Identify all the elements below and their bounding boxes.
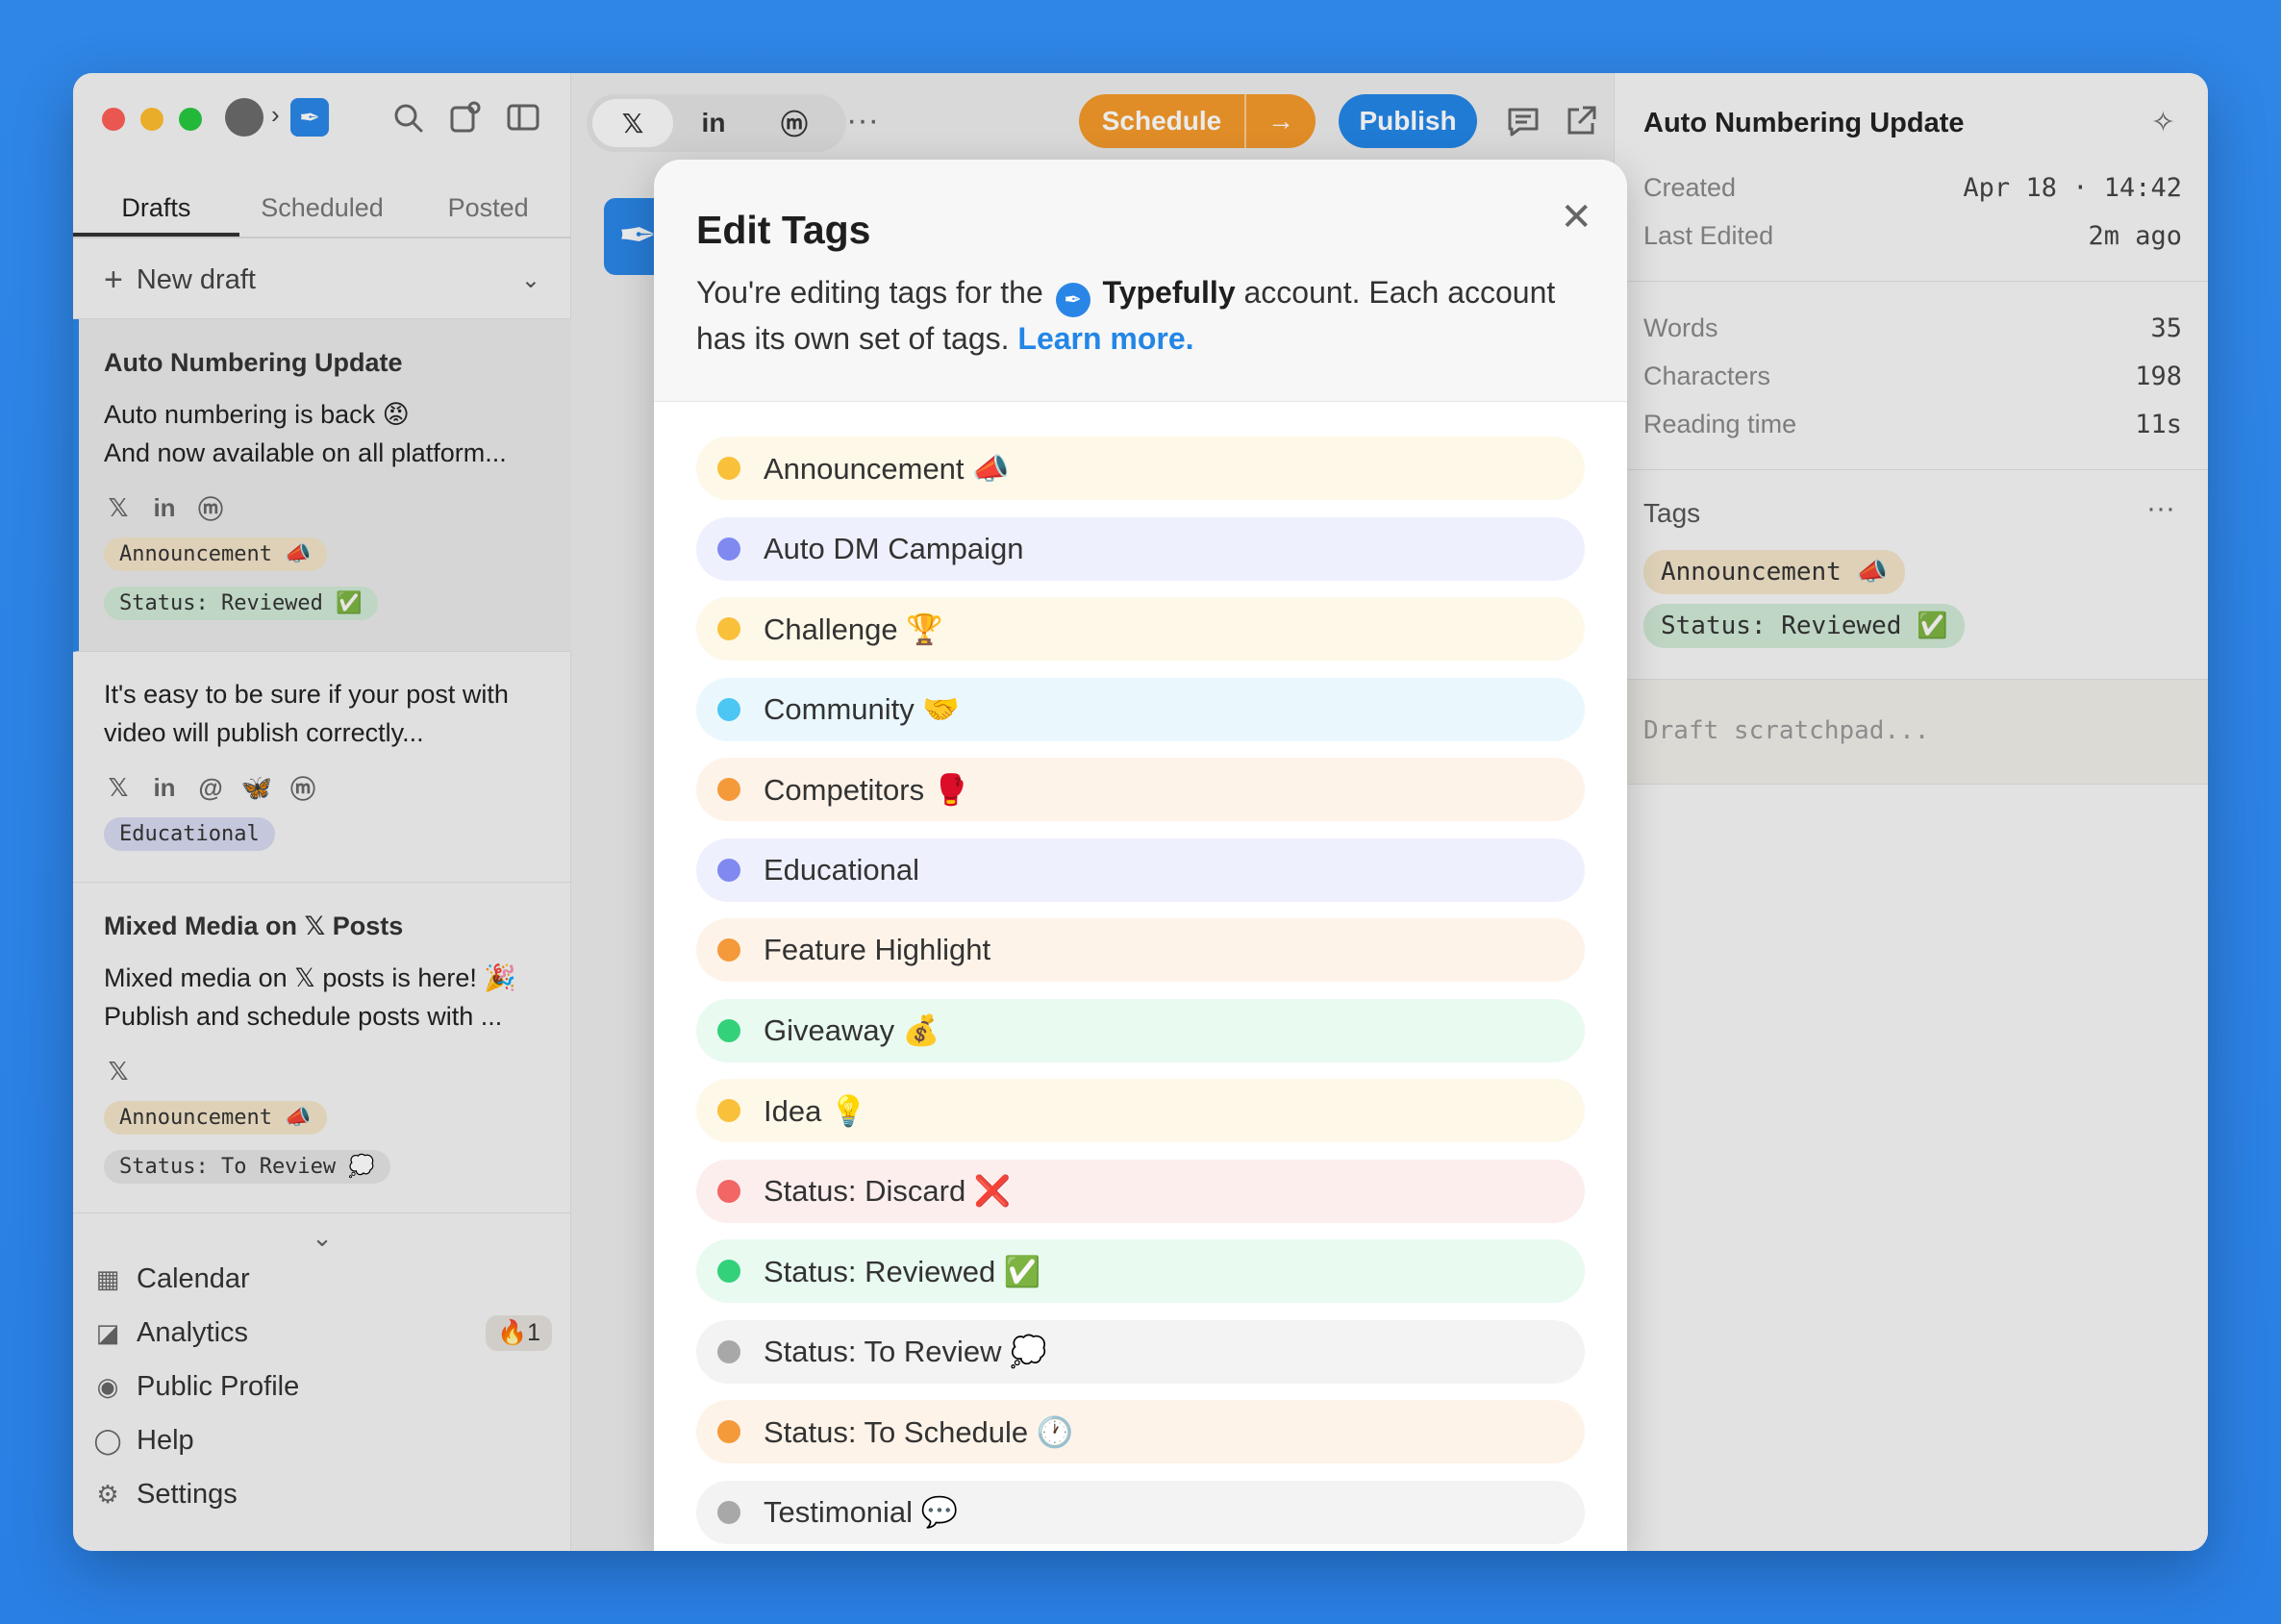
tag-row[interactable]: Competitors 🥊 [696, 758, 1585, 821]
tag-row[interactable]: Status: To Schedule 🕐 [696, 1400, 1585, 1463]
tag-label: Auto DM Campaign [764, 531, 1024, 565]
tag-row[interactable]: Educational [696, 837, 1585, 902]
tag-row[interactable]: Challenge 🏆 [696, 597, 1585, 661]
tag-color-dot[interactable] [717, 1339, 740, 1363]
app-window: › ✒ Drafts Scheduled Posted + New draft … [73, 73, 2208, 1551]
tag-color-dot[interactable] [717, 697, 740, 721]
tag-label: Educational [764, 852, 920, 887]
tag-label: Status: Discard ❌ [764, 1174, 1012, 1208]
modal-header: Edit Tags ✕ You're editing tags for the … [654, 160, 1627, 402]
tag-label: Status: To Review 💭 [764, 1335, 1047, 1368]
tag-color-dot[interactable] [717, 858, 740, 882]
modal-title: Edit Tags [696, 208, 871, 252]
tag-color-dot[interactable] [717, 617, 740, 640]
tag-color-dot[interactable] [717, 457, 740, 480]
tag-color-dot[interactable] [717, 1500, 740, 1524]
tag-row[interactable]: Status: Reviewed ✅ [696, 1239, 1585, 1303]
tag-color-dot[interactable] [717, 1099, 740, 1122]
tag-color-dot[interactable] [717, 938, 740, 962]
tag-label: Announcement 📣 [764, 451, 1010, 486]
tag-list: Announcement 📣 Auto DM Campaign Challenge … [696, 437, 1585, 1551]
tag-color-dot[interactable] [717, 1260, 740, 1283]
tag-row[interactable]: Announcement 📣 [696, 437, 1585, 500]
tag-row[interactable]: Status: To Review 💭 [696, 1319, 1585, 1384]
tag-row[interactable]: Status: Discard ❌ [696, 1159, 1585, 1223]
typefully-logo: ✒ [1055, 283, 1090, 317]
tag-label: Giveaway 💰 [764, 1013, 940, 1047]
tag-row[interactable]: Feature Highlight [696, 918, 1585, 982]
edit-tags-modal: Edit Tags ✕ You're editing tags for the … [654, 160, 1627, 1551]
tag-row[interactable]: Community 🤝 [696, 677, 1585, 741]
tag-label: Community 🤝 [764, 692, 960, 726]
learn-more-link[interactable]: Learn more. [1017, 321, 1193, 356]
tag-row[interactable]: Testimonial 💬 [696, 1480, 1585, 1544]
tag-row[interactable]: Idea 💡 [696, 1079, 1585, 1142]
tag-row[interactable]: Giveaway 💰 [696, 998, 1585, 1062]
tag-color-dot[interactable] [717, 537, 740, 561]
tag-label: Competitors 🥊 [764, 772, 970, 807]
tag-color-dot[interactable] [717, 1018, 740, 1042]
account-name: Typefully [1102, 275, 1236, 310]
tag-color-dot[interactable] [717, 1420, 740, 1443]
close-icon[interactable]: ✕ [1560, 198, 1592, 237]
tag-label: Status: To Schedule 🕐 [764, 1414, 1074, 1449]
modal-description: You're editing tags for the ✒ Typefully … [696, 271, 1591, 361]
tag-label: Testimonial 💬 [764, 1495, 959, 1529]
desc-before: You're editing tags for the [696, 275, 1043, 310]
tag-label: Challenge 🏆 [764, 612, 943, 646]
tag-label: Idea 💡 [764, 1093, 867, 1128]
tag-row[interactable]: Auto DM Campaign [696, 516, 1585, 581]
tag-label: Status: Reviewed ✅ [764, 1254, 1041, 1288]
tag-label: Feature Highlight [764, 933, 991, 966]
tag-color-dot[interactable] [717, 778, 740, 801]
tag-color-dot[interactable] [717, 1179, 740, 1203]
